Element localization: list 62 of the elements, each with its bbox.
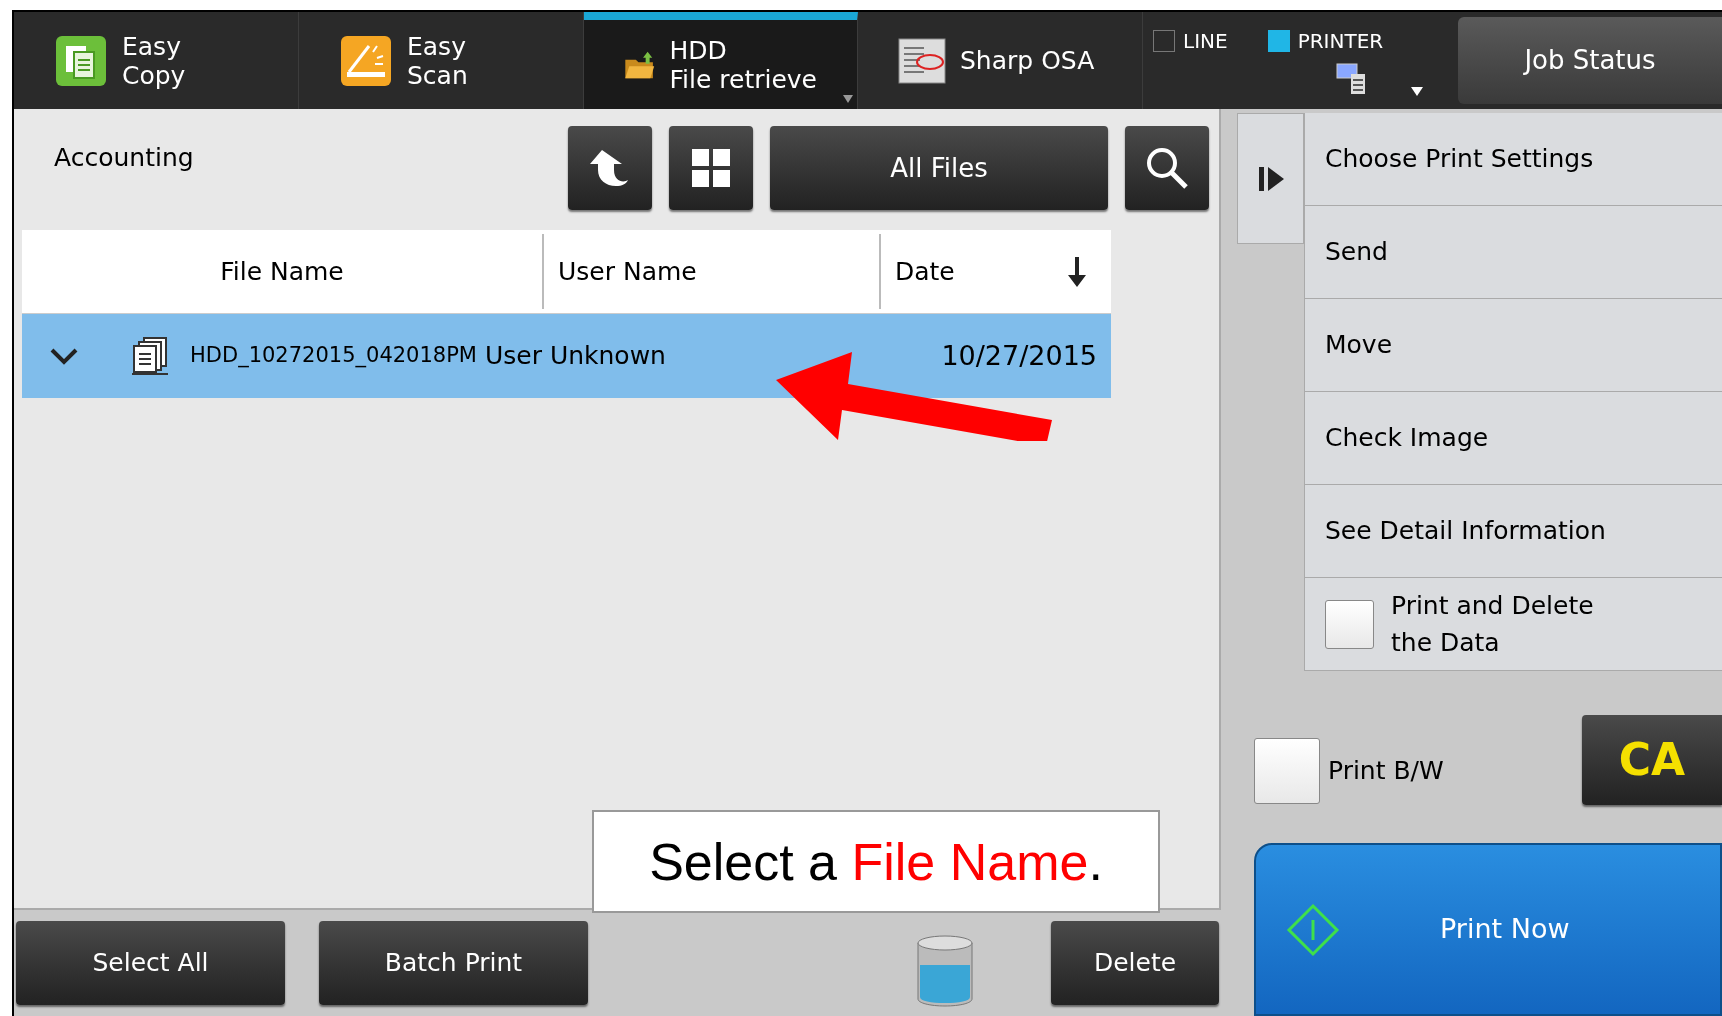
play-bar-icon bbox=[1256, 164, 1285, 193]
menu-item[interactable]: Print and Delete the Data bbox=[1305, 578, 1722, 671]
tab-label: File retrieve bbox=[669, 64, 817, 94]
column-title: File Name bbox=[220, 255, 344, 288]
menu-item-label: Move bbox=[1325, 329, 1393, 362]
indicator-label: LINE bbox=[1183, 27, 1228, 55]
menu-item-label: Choose Print Settings bbox=[1325, 143, 1594, 176]
sort-down-arrow-icon bbox=[1067, 256, 1087, 287]
print-now-button[interactable]: Print Now bbox=[1254, 843, 1722, 1016]
column-title: User Name bbox=[558, 255, 697, 288]
column-title: Date bbox=[895, 255, 955, 288]
document-stack-icon bbox=[130, 336, 170, 376]
tab-label: Sharp OSA bbox=[960, 46, 1095, 75]
tab-label: Scan bbox=[407, 60, 468, 90]
filter-button[interactable]: All Files bbox=[770, 126, 1108, 210]
column-header[interactable]: User Name bbox=[544, 234, 881, 309]
checkbox[interactable] bbox=[1254, 738, 1320, 804]
indicator-label: PRINTER bbox=[1297, 27, 1384, 55]
menu-item[interactable]: See Detail Information bbox=[1305, 485, 1722, 578]
start-diamond-icon bbox=[1286, 902, 1340, 957]
grid-view-button[interactable] bbox=[669, 126, 753, 210]
scanner-icon bbox=[339, 33, 393, 88]
column-header[interactable]: File Name bbox=[22, 234, 544, 309]
column-header[interactable]: Date bbox=[881, 230, 1111, 313]
job-status-button[interactable]: Job Status bbox=[1458, 17, 1722, 104]
collapse-panel-tab[interactable] bbox=[1237, 113, 1304, 244]
cylinder-icon bbox=[916, 935, 974, 1007]
mode-tab[interactable]: Easy Copy bbox=[14, 12, 299, 109]
tab-label: HDD bbox=[669, 35, 728, 65]
checkbox-label: Print B/W bbox=[1328, 755, 1444, 788]
grid-icon bbox=[692, 149, 730, 187]
menu-item[interactable]: Choose Print Settings bbox=[1305, 113, 1722, 206]
action-button[interactable]: Batch Print bbox=[319, 921, 588, 1005]
checkbox[interactable] bbox=[1325, 599, 1374, 649]
check-icon bbox=[50, 346, 78, 366]
search-button[interactable] bbox=[1125, 126, 1209, 210]
up-folder-button[interactable] bbox=[568, 126, 652, 210]
delete-button[interactable]: Delete bbox=[1051, 921, 1219, 1005]
clear-all-button[interactable]: CA bbox=[1582, 715, 1722, 805]
mode-tab[interactable]: HDD File retrieve bbox=[584, 12, 858, 109]
menu-item-label: See Detail Information bbox=[1325, 515, 1606, 548]
date-cell-text: 10/27/2015 bbox=[941, 338, 1097, 373]
menu-item[interactable]: Check Image bbox=[1305, 392, 1722, 485]
menu-item[interactable]: Send bbox=[1305, 206, 1722, 299]
tab-label: Easy bbox=[122, 31, 182, 61]
tab-label: Copy bbox=[122, 60, 186, 90]
menu-item[interactable]: Move bbox=[1305, 299, 1722, 392]
copier-icon bbox=[54, 33, 108, 88]
tab-label: Easy bbox=[407, 31, 467, 61]
folder-name: Accounting bbox=[54, 142, 195, 175]
instruction-text: Select a File Name. bbox=[649, 831, 1103, 893]
menu-item-label: Check Image bbox=[1325, 422, 1489, 455]
menu-item-label: Send bbox=[1325, 236, 1388, 269]
search-icon bbox=[1145, 146, 1189, 190]
file-name-cell-text: HDD_10272015_042018PM bbox=[190, 342, 477, 370]
file-row[interactable]: HDD_10272015_042018PM User Unknown 10/27/2015 bbox=[22, 314, 1111, 398]
dropdown-caret-icon bbox=[1411, 86, 1423, 96]
dropdown-caret-icon bbox=[843, 95, 853, 103]
user-name-cell-text: User Unknown bbox=[484, 340, 666, 373]
logo-icon bbox=[898, 37, 946, 84]
menu-item-label: Print and Delete the Data bbox=[1391, 590, 1595, 659]
action-button[interactable]: Select All bbox=[16, 921, 285, 1005]
